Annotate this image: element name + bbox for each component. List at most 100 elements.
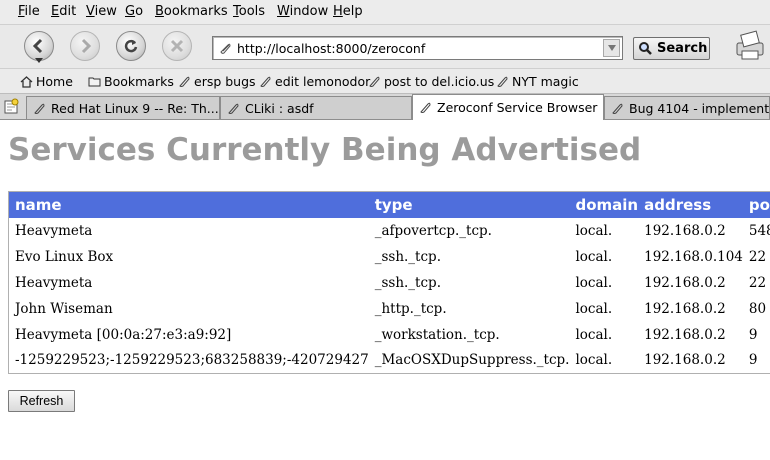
bookmark-post-to-delicious[interactable]: post to del.icio.us (368, 74, 494, 89)
bookmarks-toolbar: Home Bookmarks ersp bugs edit lemonodor … (0, 69, 770, 94)
stop-icon (170, 39, 184, 53)
search-button[interactable]: Search (633, 37, 710, 60)
tab-zeroconf-service-browser[interactable]: Zeroconf Service Browser (412, 94, 604, 120)
cell-address: 192.168.0.2 (644, 274, 726, 291)
home-icon (20, 76, 33, 88)
cell-port: 22 (748, 248, 767, 265)
table-row: John Wiseman _http._tcp. local. 192.168.… (9, 296, 770, 322)
search-icon (639, 42, 652, 55)
bookmark-folder-bookmarks[interactable]: Bookmarks (88, 74, 174, 89)
cell-port: 9 (748, 326, 758, 343)
column-header-name: name (8, 191, 369, 218)
menu-view[interactable]: View (86, 4, 117, 19)
bookmark-label: NYT magic (512, 74, 579, 89)
menu-edit[interactable]: Edit (51, 4, 76, 19)
url-bar[interactable]: http://localhost:8000/zeroconf (212, 36, 623, 60)
page-title: Services Currently Being Advertised (8, 132, 642, 168)
cell-type: _http._tcp. (374, 300, 447, 317)
column-header-domain: domain (569, 191, 639, 218)
bookmark-nyt-magic[interactable]: NYT magic (496, 74, 579, 89)
cell-name: Heavymeta (15, 274, 93, 291)
cell-domain: local. (575, 326, 613, 343)
cell-domain: local. (575, 274, 613, 291)
page-icon (612, 103, 623, 114)
forward-arrow-icon (81, 38, 92, 54)
tab-red-hat-linux[interactable]: Red Hat Linux 9 -- Re: Th... (26, 96, 220, 119)
cell-type: _ssh._tcp. (374, 274, 441, 291)
reload-button[interactable] (116, 31, 146, 61)
cell-port: 548 (748, 222, 770, 239)
cell-name: Heavymeta (15, 222, 93, 239)
forward-button[interactable] (70, 31, 100, 61)
stop-button[interactable] (162, 31, 192, 61)
tab-label: Bug 4104 - implement TL (629, 100, 770, 116)
services-table: name type domain address port Heavymeta … (8, 191, 770, 374)
cell-address: 192.168.0.2 (644, 326, 726, 343)
cell-address: 192.168.0.104 (644, 248, 743, 265)
refresh-button[interactable]: Refresh (8, 390, 75, 412)
tab-bar: Red Hat Linux 9 -- Re: Th... CLiki : asd… (0, 94, 770, 120)
cell-address: 192.168.0.2 (644, 300, 726, 317)
browser-chrome: File Edit View Go Bookmarks Tools Window… (0, 0, 770, 120)
bookmark-icon (497, 76, 508, 87)
url-text[interactable]: http://localhost:8000/zeroconf (237, 41, 425, 56)
bookmark-label: ersp bugs (194, 74, 256, 89)
tab-label: CLiki : asdf (245, 100, 314, 116)
tab-label: Zeroconf Service Browser (437, 100, 598, 115)
url-history-dropdown[interactable] (603, 39, 620, 57)
menu-tools[interactable]: Tools (233, 4, 265, 19)
cell-address: 192.168.0.2 (644, 222, 726, 239)
folder-icon (88, 77, 101, 87)
menu-go[interactable]: Go (125, 4, 143, 19)
cell-domain: local. (575, 300, 613, 317)
cell-type: _MacOSXDupSuppress._tcp. (374, 352, 570, 369)
table-header-row: name type domain address port (8, 191, 770, 218)
cell-address: 192.168.0.2 (644, 352, 726, 369)
cell-name: Heavymeta [00:0a:27:e3:a9:92] (15, 326, 232, 343)
cell-domain: local. (575, 248, 613, 265)
cell-port: 80 (748, 300, 767, 317)
tab-cliki-asdf[interactable]: CLiki : asdf (220, 96, 412, 119)
bookmark-label: Home (36, 74, 73, 89)
page-icon (228, 103, 239, 114)
menu-bar: File Edit View Go Bookmarks Tools Window… (0, 0, 770, 25)
column-header-address: address (638, 191, 743, 218)
back-history-dropmarker[interactable] (35, 58, 43, 63)
cell-domain: local. (575, 222, 613, 239)
table-row: Evo Linux Box _ssh._tcp. local. 192.168.… (9, 244, 770, 270)
cell-type: _workstation._tcp. (374, 326, 500, 343)
tab-label: Red Hat Linux 9 -- Re: Th... (51, 100, 219, 116)
bookmark-home[interactable]: Home (20, 74, 73, 89)
column-header-type: type (368, 191, 570, 218)
tab-bug-4104[interactable]: Bug 4104 - implement TL (604, 96, 770, 119)
print-icon[interactable] (733, 29, 767, 63)
page-icon (34, 103, 45, 114)
menu-file[interactable]: File (18, 4, 40, 19)
search-button-label: Search (657, 41, 708, 56)
menu-bookmarks[interactable]: Bookmarks (155, 4, 228, 19)
bookmark-icon (369, 76, 380, 87)
cell-name: -1259229523;-1259229523;683258839;-42072… (15, 352, 369, 369)
cell-name: Evo Linux Box (15, 248, 114, 265)
cell-port: 22 (748, 274, 767, 291)
navigation-toolbar: http://localhost:8000/zeroconf Search (0, 25, 770, 69)
cell-domain: local. (575, 352, 613, 369)
reload-icon (124, 39, 138, 53)
page-icon (420, 102, 431, 113)
bookmark-ersp-bugs[interactable]: ersp bugs (178, 74, 256, 89)
new-tab-icon[interactable] (3, 98, 20, 115)
bookmark-label: Bookmarks (104, 74, 174, 89)
cell-type: _ssh._tcp. (374, 248, 441, 265)
menu-help[interactable]: Help (333, 4, 363, 19)
cell-name: John Wiseman (15, 300, 113, 317)
menu-window[interactable]: Window (277, 4, 328, 19)
bookmark-label: edit lemonodor (275, 74, 371, 89)
table-row: Heavymeta _afpovertcp._tcp. local. 192.1… (9, 218, 770, 244)
back-button[interactable] (24, 31, 54, 61)
table-row: -1259229523;-1259229523;683258839;-42072… (9, 348, 770, 374)
table-row: Heavymeta _ssh._tcp. local. 192.168.0.2 … (9, 270, 770, 296)
bookmark-edit-lemonodor[interactable]: edit lemonodor (259, 74, 370, 89)
bookmark-icon (179, 76, 190, 87)
bookmark-label: post to del.icio.us (384, 74, 495, 89)
cell-port: 9 (748, 352, 758, 369)
